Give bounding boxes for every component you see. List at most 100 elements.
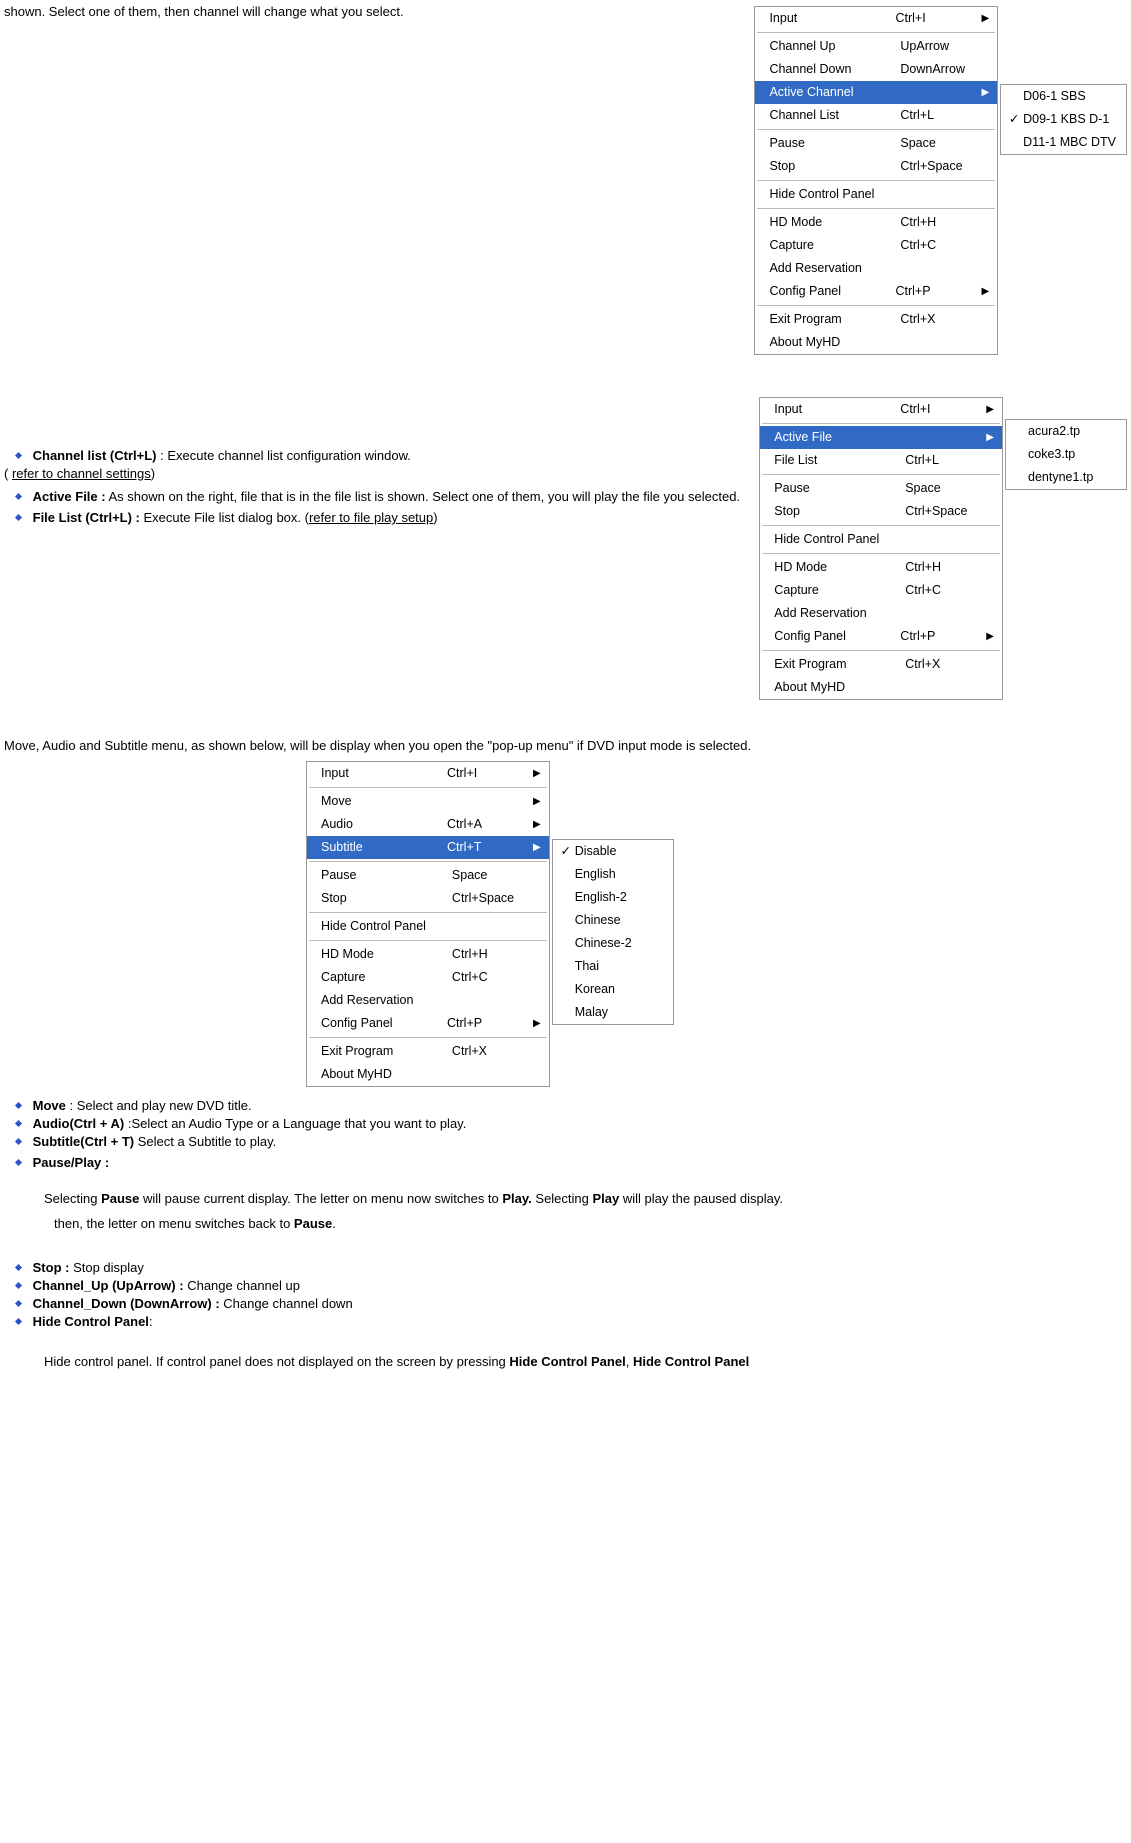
submenu-item[interactable]: Korean	[553, 978, 673, 1001]
menu-item-label: About MyHD	[769, 333, 874, 352]
menu-item[interactable]: InputCtrl+I▶	[760, 398, 1002, 421]
menu-item[interactable]: AudioCtrl+A▶	[307, 813, 549, 836]
submenu-item-label: Chinese-2	[575, 934, 632, 953]
menu-item[interactable]: Channel ListCtrl+L	[755, 104, 997, 127]
submenu-item[interactable]: Thai	[553, 955, 673, 978]
menu-item[interactable]: HD ModeCtrl+H	[760, 556, 1002, 579]
menu-item-label: Active File	[774, 428, 874, 447]
submenu-item-label: D09-1 KBS D-1	[1023, 110, 1109, 129]
menu-item[interactable]: CaptureCtrl+C	[760, 579, 1002, 602]
menu-item[interactable]: Add Reservation	[307, 989, 549, 1012]
menu-separator	[309, 787, 547, 788]
file-play-setup-link[interactable]: refer to file play setup	[309, 510, 433, 525]
chevron-right-icon: ▶	[986, 627, 994, 646]
menu-item-label: Hide Control Panel	[774, 530, 879, 549]
menu-item[interactable]: PauseSpace	[760, 477, 1002, 500]
submenu-item-label: Malay	[575, 1003, 608, 1022]
submenu-item[interactable]: Chinese-2	[553, 932, 673, 955]
menu-item[interactable]: Hide Control Panel	[760, 528, 1002, 551]
subtitle-submenu[interactable]: ✓Disable English English-2 Chinese Chinese-2…	[552, 839, 674, 1025]
submenu-item[interactable]: ✓Disable	[553, 840, 673, 863]
menu-item[interactable]: PauseSpace	[307, 864, 549, 887]
menu-item[interactable]: PauseSpace	[755, 132, 997, 155]
context-menu-1[interactable]: InputCtrl+I▶ Channel UpUpArrow Channel Do…	[754, 6, 998, 355]
menu-item[interactable]: StopCtrl+Space	[755, 155, 997, 178]
menu-item-accel: Ctrl+L	[905, 451, 985, 470]
menu-item[interactable]: Active Channel▶	[755, 81, 997, 104]
submenu-item[interactable]: D06-1 SBS	[1001, 85, 1126, 108]
menu-separator	[757, 208, 995, 209]
menu-item[interactable]: Config PanelCtrl+P▶	[307, 1012, 549, 1035]
menu-item-label: Subtitle	[321, 838, 421, 857]
menu-item-accel: Ctrl+I	[447, 764, 527, 783]
menu-item[interactable]: Config PanelCtrl+P▶	[755, 280, 997, 303]
context-menu-2[interactable]: InputCtrl+I▶Active File▶File ListCtrl+L …	[759, 397, 1003, 700]
active-file-desc: As shown on the right, file that is in t…	[109, 489, 741, 504]
submenu-item[interactable]: coke3.tp	[1006, 443, 1126, 466]
context-menu-3[interactable]: Input Ctrl+I ▶ Move▶AudioCtrl+A▶SubtitleCtr…	[306, 761, 550, 1087]
active-file-submenu[interactable]: acura2.tpcoke3.tpdentyne1.tp	[1005, 419, 1127, 490]
menu-item-label: File List	[774, 451, 879, 470]
menu-item-label: Config Panel	[774, 627, 874, 646]
menu-separator	[757, 32, 995, 33]
menu-item[interactable]: InputCtrl+I▶	[755, 7, 997, 30]
menu-item-accel: Ctrl+L	[900, 106, 980, 125]
menu-item[interactable]: Add Reservation	[760, 602, 1002, 625]
menu-item[interactable]: Active File ▶	[760, 426, 1002, 449]
menu-item-label: Active Channel	[769, 83, 869, 102]
menu-item-label: Config Panel	[321, 1014, 421, 1033]
menu-item[interactable]: HD ModeCtrl+H	[307, 943, 549, 966]
menu-item-label: Exit Program	[769, 310, 874, 329]
check-icon: ✓	[559, 842, 573, 861]
menu-item[interactable]: About MyHD	[755, 331, 997, 354]
menu-item[interactable]: StopCtrl+Space	[760, 500, 1002, 523]
menu-item-accel: Ctrl+H	[900, 213, 980, 232]
submenu-item[interactable]: Chinese	[553, 909, 673, 932]
menu-separator	[309, 1037, 547, 1038]
menu-item[interactable]: InputCtrl+I▶	[307, 762, 549, 785]
menu-item[interactable]: Exit Program Ctrl+X	[755, 308, 997, 331]
menu-item-label: Add Reservation	[321, 991, 426, 1010]
menu-item[interactable]: Config PanelCtrl+P▶	[760, 625, 1002, 648]
submenu-item-label: English-2	[575, 888, 627, 907]
menu-item[interactable]: File List Ctrl+L	[760, 449, 1002, 472]
submenu-item[interactable]: dentyne1.tp	[1006, 466, 1126, 489]
submenu-item-label: English	[575, 865, 616, 884]
active-file-title: Active File :	[33, 489, 106, 504]
menu-item[interactable]: StopCtrl+Space	[307, 887, 549, 910]
menu-item[interactable]: Exit ProgramCtrl+X	[760, 653, 1002, 676]
menu-separator	[762, 525, 1000, 526]
chevron-right-icon: ▶	[986, 428, 994, 447]
menu-item[interactable]: SubtitleCtrl+T▶	[307, 836, 549, 859]
bullet-icon	[14, 1137, 23, 1146]
menu-item-accel: Ctrl+Space	[900, 157, 980, 176]
menu-item[interactable]: Move▶	[307, 790, 549, 813]
menu-item[interactable]: HD ModeCtrl+H	[755, 211, 997, 234]
audio-desc: :Select an Audio Type or a Language that…	[128, 1116, 466, 1131]
menu-item-accel: Ctrl+X	[900, 310, 980, 329]
submenu-item[interactable]: ✓D09-1 KBS D-1	[1001, 108, 1126, 131]
menu-item[interactable]: Hide Control Panel	[307, 915, 549, 938]
pause-play-title: Pause/Play :	[33, 1155, 110, 1170]
menu-item[interactable]: Channel DownDownArrow	[755, 58, 997, 81]
submenu-item[interactable]: acura2.tp	[1006, 420, 1126, 443]
bullet-icon	[14, 1119, 23, 1128]
menu-item[interactable]: Exit ProgramCtrl+X	[307, 1040, 549, 1063]
submenu-item[interactable]: Malay	[553, 1001, 673, 1024]
submenu-item[interactable]: English	[553, 863, 673, 886]
chevron-right-icon: ▶	[533, 838, 541, 857]
menu-item[interactable]: Add Reservation	[755, 257, 997, 280]
menu-item[interactable]: CaptureCtrl+C	[307, 966, 549, 989]
menu-item[interactable]: CaptureCtrl+C	[755, 234, 997, 257]
menu-item[interactable]: Channel UpUpArrow	[755, 35, 997, 58]
submenu-item[interactable]: English-2	[553, 886, 673, 909]
menu-item[interactable]: About MyHD	[307, 1063, 549, 1086]
menu-separator	[757, 305, 995, 306]
menu-item-label: Input	[321, 764, 421, 783]
menu-item[interactable]: Hide Control Panel	[755, 183, 997, 206]
active-channel-submenu[interactable]: D06-1 SBS✓D09-1 KBS D-1D11-1 MBC DTV	[1000, 84, 1127, 155]
submenu-item[interactable]: D11-1 MBC DTV	[1001, 131, 1126, 154]
menu-item-accel: Ctrl+H	[905, 558, 985, 577]
menu-item[interactable]: About MyHD	[760, 676, 1002, 699]
channel-settings-link[interactable]: refer to channel settings	[12, 466, 151, 481]
